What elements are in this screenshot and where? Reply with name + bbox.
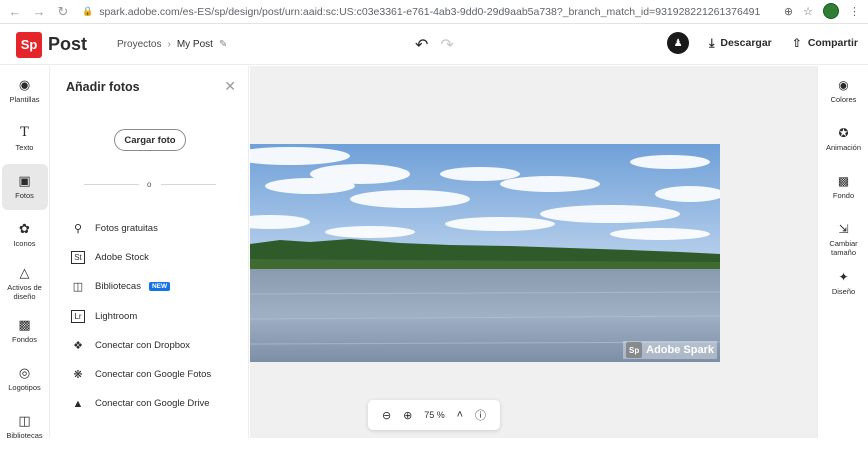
dropbox-icon: ❖ xyxy=(73,339,83,352)
zoom-out-icon[interactable]: ⊖ xyxy=(382,409,391,422)
profile-avatar[interactable] xyxy=(823,3,839,19)
source-lightroom[interactable]: Lr Lightroom xyxy=(71,302,241,331)
logo-icon: ◎ xyxy=(18,365,31,380)
download-label: Descargar xyxy=(720,37,772,49)
divider xyxy=(161,184,216,185)
resize-icon: ⇲ xyxy=(838,222,849,236)
or-separator: o xyxy=(147,180,152,189)
shape-icon: ✿ xyxy=(19,221,30,236)
lock-icon: 🔒 xyxy=(82,6,94,16)
palette-icon: ◉ xyxy=(18,77,31,92)
source-google-drive[interactable]: ▲ Conectar con Google Drive xyxy=(71,389,241,418)
close-icon[interactable]: ✕ xyxy=(224,78,236,95)
add-photos-panel: Añadir fotos ✕ Cargar foto o ⚲ Fotos gra… xyxy=(51,66,249,438)
back-icon[interactable]: ← xyxy=(6,3,24,21)
source-dropbox[interactable]: ❖ Conectar con Dropbox xyxy=(71,331,241,360)
background-icon: ▩ xyxy=(18,317,31,332)
share-button[interactable]: ⇧ Compartir xyxy=(792,36,858,50)
rail-item-colores[interactable]: ◉ Colores xyxy=(818,78,868,114)
right-toolbar: ◉ Colores ✪ Animación ▩ Fondo ⇲ Cambiar … xyxy=(817,66,868,438)
info-icon[interactable]: ⓘ xyxy=(475,407,486,423)
library-icon: ◫ xyxy=(72,281,84,294)
photo-source-list: ⚲ Fotos gratuitas St Adobe Stock ◫ Bibli… xyxy=(71,214,241,418)
image-icon: ▣ xyxy=(18,173,31,188)
rail-item-texto[interactable]: T Texto xyxy=(2,116,48,162)
design-canvas: Sp Adobe Spark ⊖ ⊕ 75 % ˄ ⓘ xyxy=(250,66,817,438)
upload-photo-button[interactable]: Cargar foto xyxy=(114,129,186,151)
rail-item-fotos[interactable]: ▣ Fotos xyxy=(1,164,48,210)
collaborator-icon[interactable]: ♟ xyxy=(667,32,690,54)
redo-icon[interactable]: ↷ xyxy=(440,35,453,55)
breadcrumb-separator: › xyxy=(167,39,171,50)
zoom-controls: ⊖ ⊕ 75 % ˄ ⓘ xyxy=(368,400,500,430)
app-header: Sp Post Proyectos › My Post ✎ ↶ ↷ ♟ ⤓ De… xyxy=(0,25,868,65)
google-photos-icon: ❋ xyxy=(73,369,83,382)
rail-item-logotipos[interactable]: ◎ Logotipos xyxy=(2,356,48,402)
left-toolbar: ◉ Plantillas T Texto ▣ Fotos ✿ Iconos △ … xyxy=(0,66,50,440)
url-text: spark.adobe.com/es-ES/sp/design/post/urn… xyxy=(99,5,761,18)
assets-icon: △ xyxy=(19,264,30,280)
pencil-icon[interactable]: ✎ xyxy=(219,39,227,50)
forward-icon[interactable]: → xyxy=(30,3,48,21)
star-icon[interactable]: ☆ xyxy=(803,5,813,18)
download-icon: ⤓ xyxy=(709,35,715,50)
text-icon: T xyxy=(20,125,29,140)
source-adobe-stock[interactable]: St Adobe Stock xyxy=(71,243,241,272)
spark-watermark-icon: Sp xyxy=(626,342,643,358)
share-label: Compartir xyxy=(807,37,858,49)
adobe-spark-watermark: Sp Adobe Spark xyxy=(623,341,717,359)
source-libraries[interactable]: ◫ Bibliotecas NEW xyxy=(71,272,241,301)
canvas-photo[interactable]: Sp Adobe Spark xyxy=(250,144,720,362)
reload-icon[interactable]: ↻ xyxy=(54,3,72,21)
magic-wand-icon: ✦ xyxy=(838,270,849,284)
rail-item-diseno[interactable]: ✦ Diseño xyxy=(818,270,868,306)
stock-icon: St xyxy=(71,251,85,265)
zoom-level[interactable]: 75 % xyxy=(424,410,445,420)
palette-icon: ◉ xyxy=(838,78,849,92)
search-icon: ⚲ xyxy=(73,223,83,236)
rail-item-iconos[interactable]: ✿ Iconos xyxy=(2,212,48,258)
panel-title: Añadir fotos xyxy=(66,80,140,94)
address-bar[interactable]: 🔒 spark.adobe.com/es-ES/sp/design/post/u… xyxy=(82,3,782,21)
undo-icon[interactable]: ↶ xyxy=(415,35,428,55)
breadcrumb: Proyectos › My Post ✎ xyxy=(117,39,227,50)
lightroom-icon: Lr xyxy=(71,309,85,323)
background-icon: ▩ xyxy=(837,174,850,188)
google-drive-icon: ▲ xyxy=(72,397,84,410)
animation-icon: ✪ xyxy=(838,126,849,140)
rail-item-animacion[interactable]: ✪ Animación xyxy=(818,126,868,162)
spark-logo[interactable]: Sp xyxy=(16,31,42,58)
rail-item-fondo[interactable]: ▩ Fondo xyxy=(818,174,868,210)
rail-item-bibliotecas[interactable]: ◫ Bibliotecas xyxy=(2,404,48,450)
install-icon[interactable]: ⊕ xyxy=(784,5,793,18)
rail-item-fondos[interactable]: ▩ Fondos xyxy=(2,308,48,354)
library-icon: ◫ xyxy=(18,413,31,428)
product-name: Post xyxy=(48,34,88,54)
watermark-text: Adobe Spark xyxy=(646,344,714,356)
breadcrumb-current[interactable]: My Post xyxy=(177,39,213,50)
new-badge: NEW xyxy=(148,282,171,292)
chevron-up-icon[interactable]: ˄ xyxy=(457,409,463,421)
share-icon: ⇧ xyxy=(791,36,802,50)
browser-toolbar: ← → ↻ 🔒 spark.adobe.com/es-ES/sp/design/… xyxy=(0,0,868,24)
source-google-photos[interactable]: ❋ Conectar con Google Fotos xyxy=(71,360,241,389)
source-free-photos[interactable]: ⚲ Fotos gratuitas xyxy=(71,214,241,243)
rail-item-cambiar-tamano[interactable]: ⇲ Cambiar tamaño xyxy=(818,222,868,258)
river-landscape-image xyxy=(250,144,720,362)
download-button[interactable]: ⤓ Descargar xyxy=(709,36,772,51)
divider xyxy=(84,184,139,185)
rail-item-activos[interactable]: △ Activos de diseño xyxy=(2,260,48,306)
zoom-in-icon[interactable]: ⊕ xyxy=(403,409,412,422)
rail-item-plantillas[interactable]: ◉ Plantillas xyxy=(2,68,48,114)
breadcrumb-projects[interactable]: Proyectos xyxy=(117,39,161,50)
menu-icon[interactable]: ⋮ xyxy=(849,5,860,18)
